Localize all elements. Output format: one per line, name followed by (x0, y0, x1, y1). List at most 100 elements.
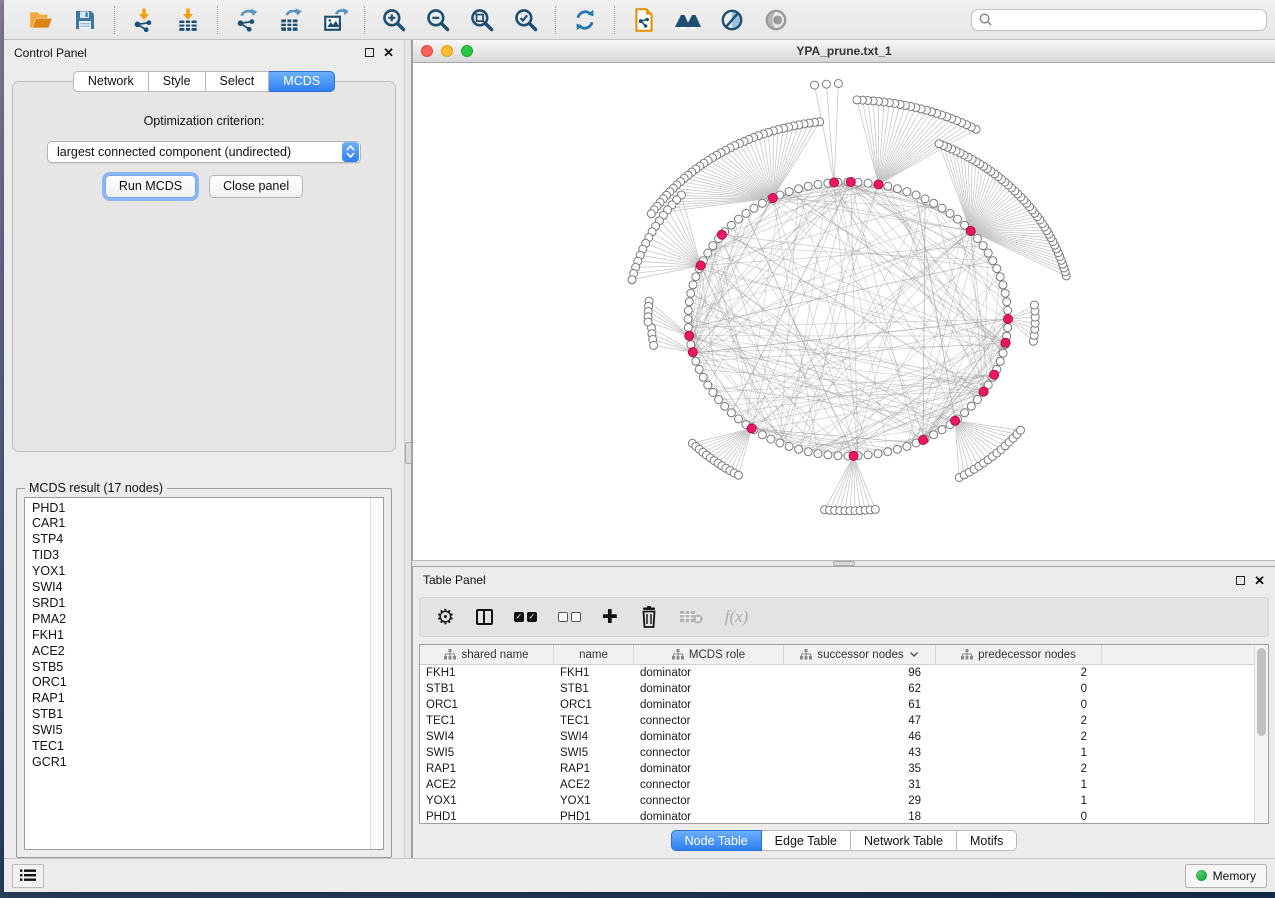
table-row[interactable]: SWI4SWI4dominator462 (420, 729, 1254, 745)
export-image-button[interactable] (320, 5, 350, 35)
mcds-node[interactable] (849, 451, 858, 460)
splitter-handle[interactable] (833, 561, 855, 566)
vertical-splitter[interactable] (404, 40, 412, 858)
mcds-result-item[interactable]: RAP1 (32, 691, 370, 707)
graph-node[interactable] (903, 188, 911, 196)
delete-table-button[interactable] (680, 609, 704, 625)
graph-node[interactable] (996, 357, 1004, 365)
column-header-predecessor-nodes[interactable]: predecessor nodes (936, 645, 1102, 664)
graph-node[interactable] (938, 204, 946, 212)
zoom-fit-button[interactable] (467, 5, 497, 35)
mcds-result-item[interactable]: STB1 (32, 707, 370, 723)
close-panel-button[interactable]: Close panel (209, 175, 303, 198)
mcds-result-item[interactable]: STP4 (32, 532, 370, 548)
tab-network[interactable]: Network (73, 71, 149, 92)
mcds-node[interactable] (919, 436, 928, 445)
optimization-criterion-select[interactable]: largest connected component (undirected) (47, 141, 361, 163)
tab-style[interactable]: Style (149, 71, 206, 92)
network-canvas[interactable] (413, 63, 1275, 560)
graph-node[interactable] (989, 257, 997, 265)
export-table-button[interactable] (276, 5, 306, 35)
graph-node[interactable] (884, 448, 892, 456)
graph-node[interactable] (804, 182, 812, 190)
graph-node[interactable] (785, 442, 793, 450)
graph-node[interactable] (946, 209, 954, 217)
mcds-result-item[interactable]: PMA2 (32, 612, 370, 628)
graph-node[interactable] (930, 199, 938, 207)
mcds-node[interactable] (979, 387, 988, 396)
tab-mcds[interactable]: MCDS (269, 71, 335, 92)
graph-node[interactable] (954, 215, 962, 223)
save-session-button[interactable] (70, 5, 100, 35)
search-network-button[interactable] (673, 5, 703, 35)
mcds-result-item[interactable]: PHD1 (32, 501, 370, 517)
graph-node[interactable] (834, 452, 842, 460)
function-builder-button[interactable]: f(x) (725, 607, 749, 627)
graph-node[interactable] (767, 435, 775, 443)
table-tab-network-table[interactable]: Network Table (851, 830, 957, 851)
graph-node[interactable] (735, 215, 743, 223)
graph-node[interactable] (685, 298, 693, 306)
graph-node[interactable] (684, 306, 692, 314)
mcds-result-item[interactable]: ACE2 (32, 644, 370, 660)
graph-node[interactable] (893, 445, 901, 453)
close-panel-icon[interactable]: ✕ (1254, 574, 1265, 587)
window-close-light[interactable] (421, 45, 433, 57)
graph-node[interactable] (984, 249, 992, 257)
share-network-file-button[interactable] (629, 5, 659, 35)
graph-node[interactable] (695, 365, 703, 373)
window-zoom-light[interactable] (461, 45, 473, 57)
table-scrollbar[interactable] (1254, 645, 1268, 823)
mcds-node[interactable] (846, 178, 855, 187)
graph-node[interactable] (1004, 306, 1012, 314)
graph-node[interactable] (795, 185, 803, 193)
run-mcds-button[interactable]: Run MCDS (105, 175, 196, 198)
table-tab-node-table[interactable]: Node Table (671, 830, 762, 851)
mcds-result-item[interactable]: ORC1 (32, 675, 370, 691)
select-all-button[interactable]: ✓✓ (514, 612, 537, 622)
graph-node[interactable] (884, 182, 892, 190)
network-graph[interactable] (413, 63, 1275, 559)
graph-node[interactable] (692, 357, 700, 365)
mcds-result-item[interactable]: STB5 (32, 660, 370, 676)
graph-node[interactable] (692, 273, 700, 281)
graph-node[interactable] (734, 471, 742, 479)
graph-node[interactable] (709, 242, 717, 250)
graph-node[interactable] (996, 273, 1004, 281)
graph-node[interactable] (704, 249, 712, 257)
column-header-name[interactable]: name (554, 645, 634, 664)
graph-node[interactable] (973, 396, 981, 404)
mcds-list-scrollbar[interactable] (370, 498, 383, 849)
import-table-button[interactable] (173, 5, 203, 35)
graph-node[interactable] (814, 450, 822, 458)
graph-node[interactable] (742, 209, 750, 217)
graph-node[interactable] (715, 396, 723, 404)
graph-node[interactable] (1001, 289, 1009, 297)
tab-select[interactable]: Select (206, 71, 270, 92)
graph-node[interactable] (721, 402, 729, 410)
mcds-node[interactable] (1004, 315, 1013, 324)
graph-node[interactable] (650, 341, 658, 349)
mcds-result-item[interactable]: SRD1 (32, 596, 370, 612)
graph-node[interactable] (776, 439, 784, 447)
graph-node[interactable] (999, 281, 1007, 289)
close-panel-icon[interactable]: ✕ (383, 46, 394, 59)
mcds-node[interactable] (696, 261, 705, 270)
graph-node[interactable] (804, 448, 812, 456)
graph-node[interactable] (699, 373, 707, 381)
table-settings-button[interactable]: ⚙ (436, 607, 455, 628)
graph-node[interactable] (814, 180, 822, 188)
graph-node[interactable] (853, 96, 861, 104)
graph-node[interactable] (687, 289, 695, 297)
graph-node[interactable] (647, 210, 655, 218)
mcds-result-item[interactable]: GCR1 (32, 755, 370, 771)
mcds-node[interactable] (874, 180, 883, 189)
mcds-node[interactable] (747, 424, 756, 433)
show-panels-button[interactable] (12, 864, 44, 888)
graph-node[interactable] (684, 324, 692, 332)
graph-node[interactable] (864, 179, 872, 187)
table-row[interactable]: FKH1FKH1dominator962 (420, 665, 1254, 681)
mcds-node[interactable] (688, 348, 697, 357)
table-row[interactable]: ACE2ACE2connector311 (420, 777, 1254, 793)
column-header-successor-nodes[interactable]: successor nodes (784, 645, 936, 664)
